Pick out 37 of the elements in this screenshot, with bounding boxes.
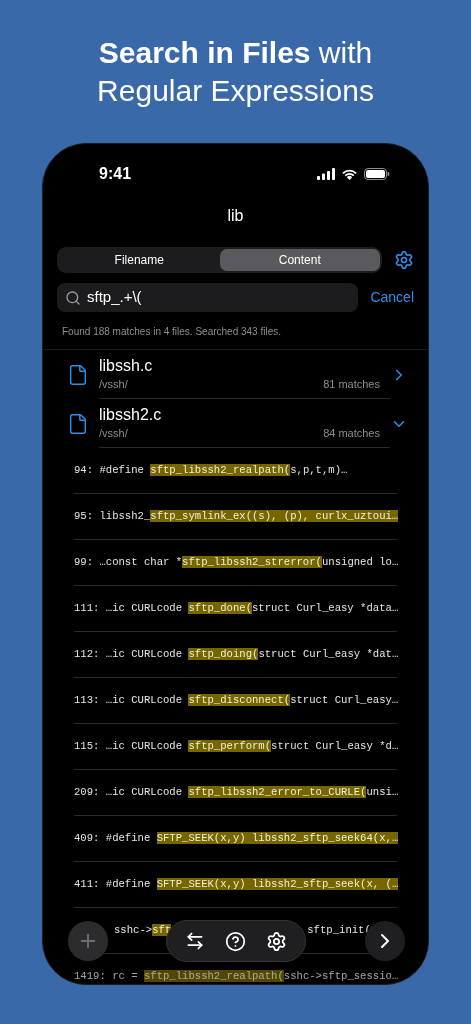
search-field[interactable]: sftp_.+\( xyxy=(57,283,359,312)
file-row[interactable]: libssh2.c /vssh/ 84 matches xyxy=(43,399,428,448)
tab[interactable]: Filename xyxy=(59,249,220,271)
code-line[interactable]: 112: …ic CURLcode sftp_doing(struct Curl_easy *dat… xyxy=(74,646,399,663)
window-title: lib xyxy=(227,206,244,226)
match-count: 81 matches xyxy=(323,376,380,392)
cancel-button[interactable]: Cancel xyxy=(370,287,414,308)
search-icon xyxy=(65,289,81,306)
status-time: 9:41 xyxy=(99,164,132,184)
file-name: libssh.c xyxy=(99,355,154,376)
match-count: 84 matches xyxy=(323,425,380,441)
file-icon xyxy=(67,363,89,386)
file-row[interactable]: libssh.c /vssh/ 81 matches xyxy=(43,350,428,399)
signal-icon xyxy=(317,168,335,180)
code-line[interactable]: 115: …ic CURLcode sftp_perform(struct Curl_easy *d… xyxy=(74,738,399,755)
code-line[interactable]: 99: …const char *sftp_libssh2_strerror(unsigned lo… xyxy=(74,554,399,571)
code-line[interactable]: 209: …ic CURLcode sftp_libssh2_error_to_CURLE(unsi… xyxy=(74,784,399,801)
battery-icon xyxy=(364,168,390,180)
tab[interactable]: Content xyxy=(219,249,380,271)
code-line[interactable]: sftp_init( xyxy=(307,922,371,939)
headline: Regular Expressions xyxy=(97,73,374,109)
headline: Search in Files with xyxy=(97,35,374,71)
code-line[interactable]: 113: …ic CURLcode sftp_disconnect(struct Curl_easy… xyxy=(74,692,399,709)
wifi-icon xyxy=(341,168,358,180)
results-summary: Found 188 matches in 4 files. Searched 343 files. xyxy=(62,326,282,337)
add-button[interactable] xyxy=(68,921,108,961)
help-icon[interactable] xyxy=(225,930,246,952)
file-path: /vssh/ xyxy=(99,376,128,392)
code-line[interactable]: 94: #define sftp_libssh2_realpath(s,p,t,m)… xyxy=(74,462,348,479)
file-icon xyxy=(67,412,89,435)
code-line[interactable]: 1419: rc = sftp_libssh2_realpath(sshc->sftp_sessio… xyxy=(74,968,399,984)
settings-icon[interactable] xyxy=(394,250,414,270)
swap-icon[interactable] xyxy=(185,931,205,951)
code-line[interactable]: 111: …ic CURLcode sftp_done(struct Curl_easy *data… xyxy=(74,600,399,617)
code-line[interactable]: sshc->sft xyxy=(114,922,172,939)
file-name: libssh2.c xyxy=(99,404,163,425)
file-path: /vssh/ xyxy=(99,425,128,441)
